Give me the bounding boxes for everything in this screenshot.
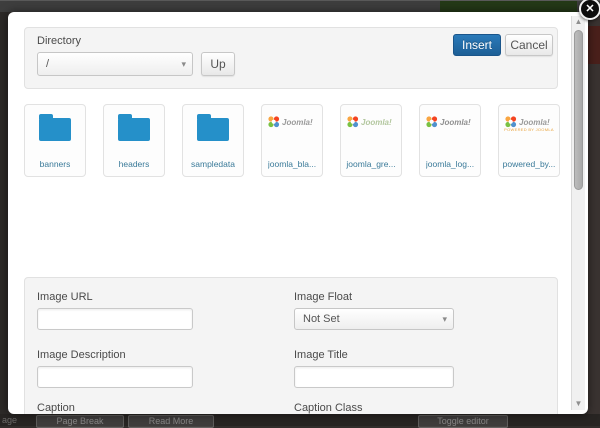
file-item-joomla-green[interactable]: Joomla! joomla_gre... [340, 104, 402, 177]
chevron-down-icon: ▾ [181, 59, 186, 69]
file-label: powered_by... [502, 159, 556, 169]
joomla-logo-icon: Joomla! [267, 114, 317, 130]
file-item-powered-by[interactable]: Joomla! POWERED BY JOOMLA powered_by... [498, 104, 560, 177]
file-label: joomla_gre... [346, 159, 396, 169]
directory-select-value: / [46, 58, 50, 70]
svg-text:Joomla!: Joomla! [282, 118, 313, 127]
backdrop-green-area [440, 1, 577, 12]
file-label: banners [39, 159, 71, 169]
file-item-joomla-black[interactable]: Joomla! joomla_bla... [261, 104, 323, 177]
image-float-value: Not Set [303, 313, 340, 325]
svg-text:Joomla!: Joomla! [361, 118, 392, 127]
svg-text:Joomla!: Joomla! [440, 118, 471, 127]
backdrop-left-edge [0, 12, 8, 426]
powered-by-subtext: POWERED BY JOOMLA [504, 127, 554, 132]
image-properties-form: Image URL Image Description Caption Imag… [24, 277, 558, 414]
cancel-button[interactable]: Cancel [505, 34, 553, 56]
image-title-input[interactable] [294, 366, 454, 388]
file-item-banners[interactable]: banners [24, 104, 86, 177]
image-description-input[interactable] [37, 366, 193, 388]
svg-text:Joomla!: Joomla! [519, 118, 550, 127]
insert-image-dialog: Directory / ▾ Up Insert Cancel banners h… [8, 12, 588, 414]
image-url-input[interactable] [37, 308, 193, 330]
file-label: joomla_log... [425, 159, 475, 169]
close-icon[interactable]: ✕ [579, 0, 600, 20]
image-title-label: Image Title [294, 349, 348, 361]
caption-label: Caption [37, 402, 75, 414]
backdrop-maroon-area [588, 26, 600, 64]
file-label: headers [118, 159, 150, 169]
directory-toolbar: Directory / ▾ Up Insert Cancel [24, 27, 558, 89]
dialog-scrollbar[interactable]: ▲ ▼ [571, 16, 585, 410]
page-break-button[interactable]: Page Break [36, 415, 124, 428]
chevron-down-icon: ▾ [442, 314, 447, 324]
file-browser: banners headers sampledata Joomla! jooml… [24, 104, 560, 178]
file-item-joomla-logo[interactable]: Joomla! joomla_log... [419, 104, 481, 177]
file-label: joomla_bla... [267, 159, 317, 169]
image-description-label: Image Description [37, 349, 126, 361]
scroll-down-icon[interactable]: ▼ [572, 398, 585, 410]
image-url-label: Image URL [37, 291, 93, 303]
image-float-select[interactable]: Not Set ▾ [294, 308, 454, 330]
folder-icon [39, 114, 71, 141]
caption-class-label: Caption Class [294, 402, 363, 414]
file-item-headers[interactable]: headers [103, 104, 165, 177]
toggle-editor-button[interactable]: Toggle editor [418, 415, 508, 428]
backdrop-right-edge [588, 12, 600, 426]
joomla-logo-icon: Joomla! [346, 114, 396, 130]
file-item-sampledata[interactable]: sampledata [182, 104, 244, 177]
directory-label: Directory [37, 35, 82, 47]
background-partial-text: age [2, 415, 18, 425]
read-more-button[interactable]: Read More [128, 415, 214, 428]
image-float-label: Image Float [294, 291, 353, 303]
scrollbar-thumb[interactable] [574, 30, 583, 190]
insert-button[interactable]: Insert [453, 34, 501, 56]
up-button[interactable]: Up [201, 52, 235, 76]
file-label: sampledata [191, 159, 235, 169]
directory-select[interactable]: / ▾ [37, 52, 193, 76]
folder-icon [197, 114, 229, 141]
joomla-logo-icon: Joomla! [425, 114, 475, 130]
folder-icon [118, 114, 150, 141]
